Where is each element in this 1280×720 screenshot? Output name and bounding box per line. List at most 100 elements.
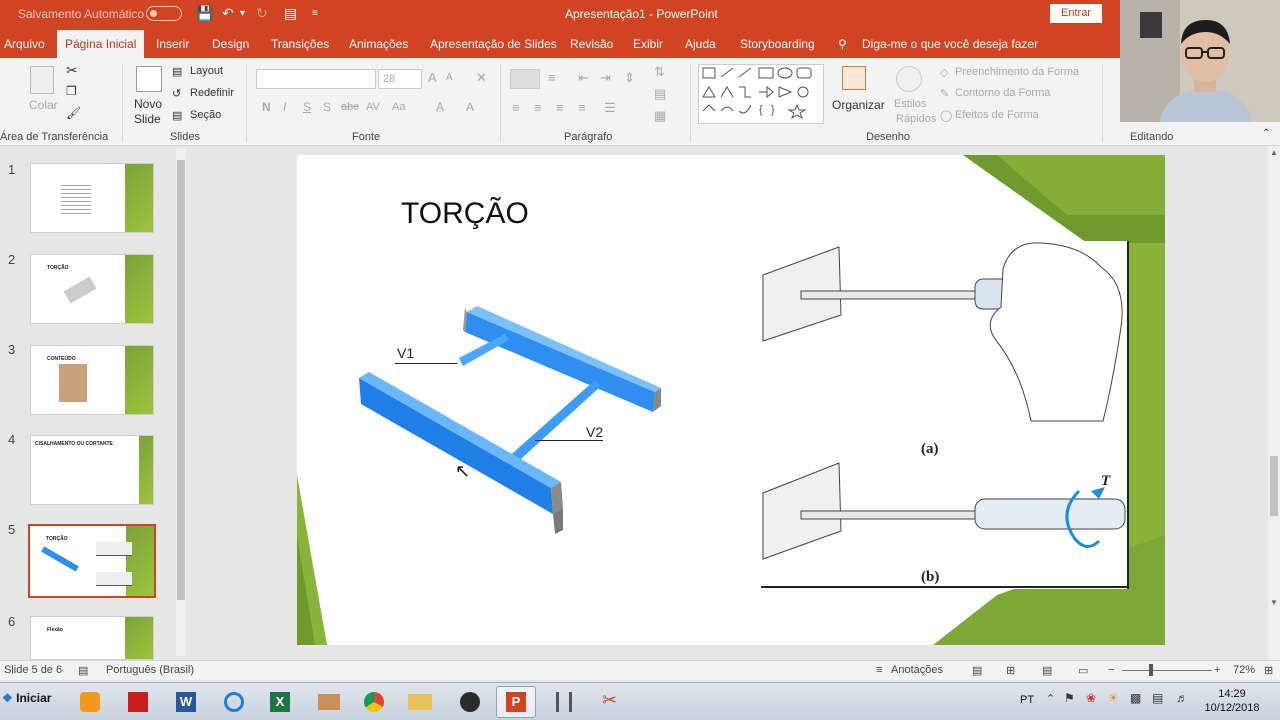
tray-icon[interactable]: ☀ <box>1108 691 1119 705</box>
screwdriver-figure[interactable] <box>761 241 1129 589</box>
tab-pagina-inicial[interactable]: Página Inicial <box>57 30 145 58</box>
taskbar-acrobat[interactable] <box>118 686 158 718</box>
tray-icon[interactable]: ▩ <box>1130 691 1141 705</box>
bullets-icon[interactable] <box>510 69 540 89</box>
taskbar-word[interactable]: W <box>166 686 206 718</box>
spellcheck-icon[interactable]: ▤ <box>78 664 88 677</box>
thumbnail-scrollbar[interactable] <box>176 148 186 656</box>
decrease-indent-icon[interactable]: ⇤ <box>578 70 589 86</box>
start-button[interactable]: ❖ Iniciar <box>2 691 51 705</box>
customize-qa-icon[interactable]: ≡ <box>312 8 318 19</box>
italic-button[interactable]: I <box>283 100 286 114</box>
zoom-in-icon[interactable]: + <box>1214 664 1220 676</box>
shape-fill-icon[interactable]: ◇ <box>940 66 948 79</box>
shape-fill-button[interactable]: Preenchimento da Forma <box>955 66 1079 78</box>
shape-outline-icon[interactable]: ✎ <box>940 87 949 100</box>
slide-thumbnail[interactable]: CISALHAMENTO OU CORTANTE <box>30 435 154 505</box>
font-size-input[interactable]: 28 <box>378 69 422 89</box>
taskbar-clock[interactable]: 14:29 10/12/2018 <box>1200 687 1264 715</box>
tab-ajuda[interactable]: Ajuda <box>685 37 716 51</box>
taskbar-app-folder[interactable] <box>308 686 348 718</box>
line-spacing-icon[interactable]: ⇕ <box>624 70 635 86</box>
notes-icon[interactable]: ≡ <box>876 664 882 676</box>
taskbar-excel[interactable]: X <box>260 686 300 718</box>
slide-sorter-icon[interactable]: ⊞ <box>1006 664 1015 677</box>
shadow-button[interactable]: S <box>323 100 331 114</box>
tab-design[interactable]: Design <box>212 37 249 51</box>
slide-thumbnail[interactable] <box>30 163 154 233</box>
tab-animacoes[interactable]: Animações <box>349 37 408 51</box>
zoom-slider-thumb[interactable] <box>1149 664 1153 676</box>
align-left-icon[interactable]: ≡ <box>512 100 520 115</box>
spacing-button[interactable]: AV <box>366 101 380 113</box>
underline-button[interactable]: S <box>303 100 311 114</box>
zoom-level[interactable]: 72% <box>1233 664 1255 676</box>
section-icon[interactable]: ▤ <box>172 109 182 122</box>
autosave-toggle[interactable] <box>146 6 182 21</box>
arrange-icon[interactable] <box>842 66 866 90</box>
text-direction-icon[interactable]: ⇅ <box>654 64 665 80</box>
increase-indent-icon[interactable]: ⇥ <box>600 70 611 86</box>
tab-exibir[interactable]: Exibir <box>633 37 663 51</box>
collapse-ribbon-icon[interactable]: ⌃ <box>1262 128 1270 139</box>
paste-icon[interactable] <box>30 66 54 94</box>
layout-button[interactable]: Layout <box>190 65 223 77</box>
font-color-button[interactable]: A <box>466 100 474 114</box>
columns-icon[interactable]: ☰ <box>604 100 616 116</box>
change-case-button[interactable]: Aa <box>392 101 405 113</box>
language-indicator[interactable]: Português (Brasil) <box>106 664 194 676</box>
redo-icon[interactable]: ↻ <box>256 5 268 22</box>
fit-slide-icon[interactable]: ⊞ <box>1264 664 1273 677</box>
quick-styles-label[interactable]: Estilos <box>894 98 926 110</box>
font-name-input[interactable] <box>256 69 376 89</box>
editor-scrollbar[interactable]: ▲ ▼ <box>1268 146 1280 660</box>
taskbar-media-player[interactable] <box>70 686 110 718</box>
tell-me-input[interactable]: Diga-me o que você deseja fazer <box>862 37 1038 51</box>
slideshow-icon[interactable]: ▭ <box>1078 664 1088 677</box>
taskbar-internet-explorer[interactable] <box>214 686 254 718</box>
tab-apresentacao[interactable]: Apresentação de Slides <box>430 37 557 51</box>
slide-thumbnail-selected[interactable]: TORÇÃO <box>28 524 156 598</box>
format-painter-icon[interactable]: 🖌 <box>66 106 81 120</box>
action-center-icon[interactable]: ⚑ <box>1064 691 1075 705</box>
justify-icon[interactable]: ≡ <box>578 100 586 115</box>
clear-format-icon[interactable]: ✕ <box>476 70 487 86</box>
taskbar-obs[interactable] <box>450 686 490 718</box>
slide-title[interactable]: TORÇÃO <box>401 197 529 231</box>
tray-expand-icon[interactable]: ⌃ <box>1046 692 1055 705</box>
tab-revisao[interactable]: Revisão <box>570 37 613 51</box>
align-right-icon[interactable]: ≡ <box>556 100 564 115</box>
taskbar-powerpoint[interactable]: P <box>496 686 536 718</box>
shape-effects-icon[interactable]: ◯ <box>940 109 952 122</box>
undo-dropdown-icon[interactable]: ▾ <box>240 8 245 19</box>
taskbar-file-explorer[interactable] <box>400 686 440 718</box>
bold-button[interactable]: N <box>262 100 271 114</box>
numbering-icon[interactable]: ≡ <box>548 70 556 85</box>
volume-icon[interactable]: ♬ <box>1176 691 1188 705</box>
tab-transicoes[interactable]: Transições <box>271 37 329 51</box>
new-slide-icon[interactable] <box>136 66 162 92</box>
input-language[interactable]: PT <box>1020 694 1034 706</box>
notes-button[interactable]: Anotações <box>891 664 943 676</box>
sign-in-button[interactable]: Entrar <box>1050 4 1102 23</box>
strikethrough-button[interactable]: abc <box>341 101 359 113</box>
save-icon[interactable]: 💾 <box>196 5 213 22</box>
zoom-out-icon[interactable]: − <box>1108 664 1114 676</box>
section-button[interactable]: Seção <box>190 109 221 121</box>
present-icon[interactable]: ▤ <box>284 5 297 22</box>
network-icon[interactable]: ▤ <box>1152 691 1163 705</box>
zoom-slider[interactable] <box>1122 670 1212 671</box>
tray-icon[interactable]: ❀ <box>1086 691 1096 705</box>
undo-icon[interactable]: ↶ <box>222 5 234 22</box>
reset-button[interactable]: Redefinir <box>190 87 234 99</box>
copy-icon[interactable]: ❐ <box>66 84 77 98</box>
highlight-button[interactable]: A <box>436 100 444 114</box>
new-slide-label[interactable]: Novo <box>134 97 162 111</box>
layout-icon[interactable]: ▤ <box>172 65 182 78</box>
grow-font-icon[interactable]: A <box>428 70 437 85</box>
taskbar-chrome[interactable] <box>354 686 394 718</box>
shapes-gallery[interactable]: {} <box>698 64 824 124</box>
reading-view-icon[interactable]: ▤ <box>1042 664 1052 677</box>
taskbar-snipping-tool[interactable]: ✂ <box>590 686 630 718</box>
tab-storyboarding[interactable]: Storyboarding <box>740 37 815 51</box>
